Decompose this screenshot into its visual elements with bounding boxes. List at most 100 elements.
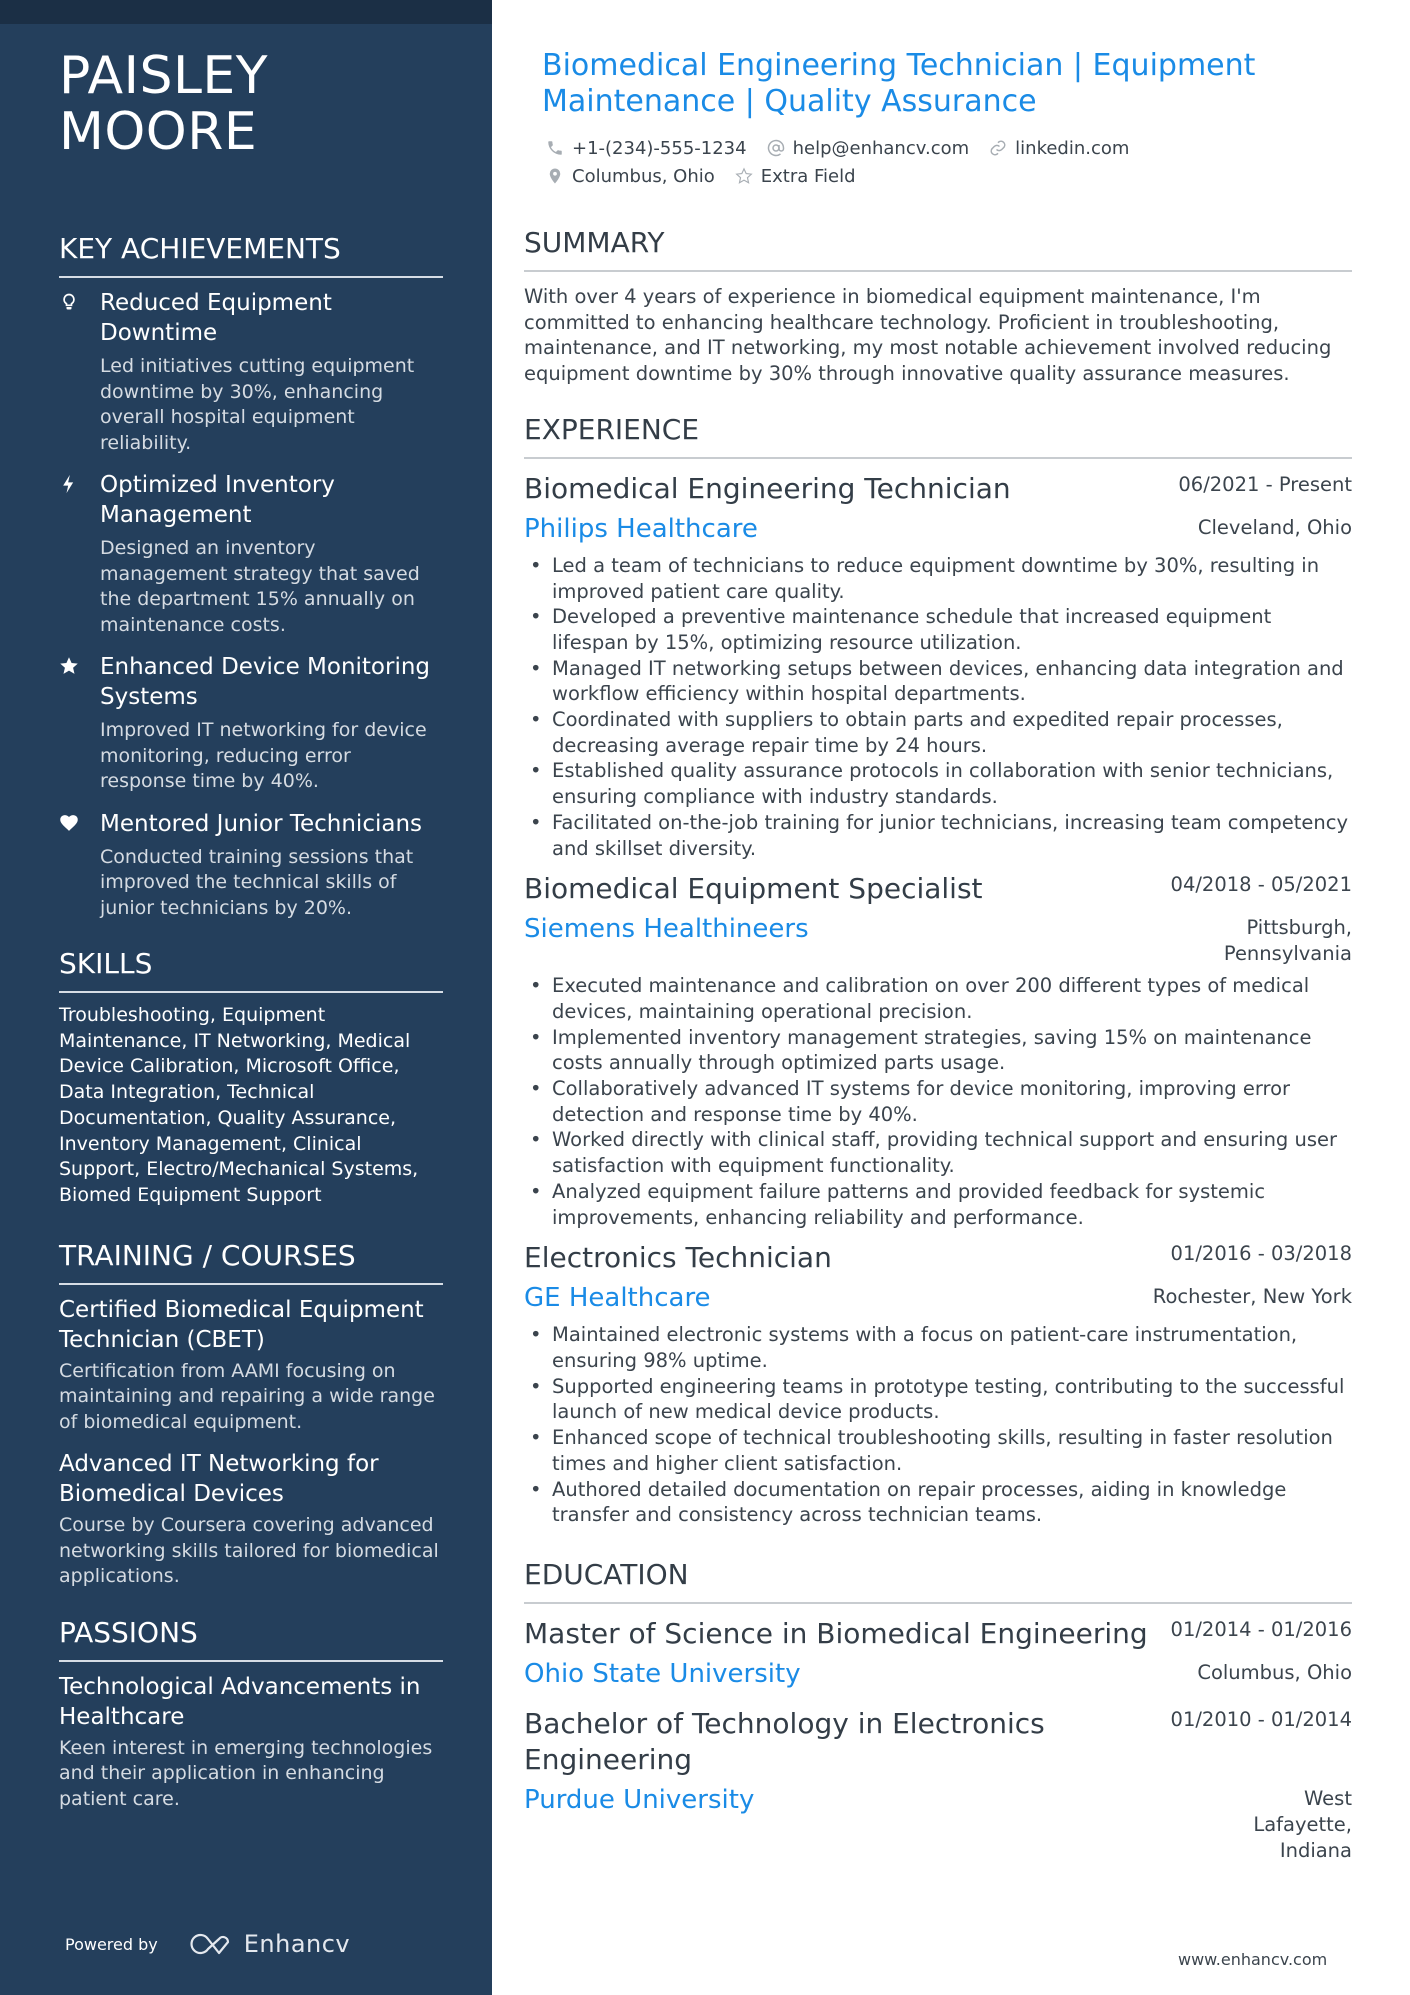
skills-list: Troubleshooting, Equipment Maintenance, …	[59, 1004, 419, 1206]
summary-heading: SUMMARY	[524, 226, 1352, 272]
degree-title: Bachelor of Technology in Electronics En…	[524, 1706, 1045, 1776]
at-icon	[767, 139, 784, 157]
extra-field: Extra Field	[760, 165, 856, 187]
course-item: Certified Biomedical Equipment Technicia…	[59, 1295, 443, 1436]
achievement-desc: Led initiatives cutting equipment downti…	[100, 355, 415, 454]
summary-section: SUMMARY With over 4 years of experience …	[524, 226, 1352, 387]
job-location: Cleveland, Ohio	[1197, 515, 1352, 539]
training-heading: TRAINING / COURSES	[59, 1239, 443, 1285]
achievement-title: Enhanced Device Monitoring Systems	[100, 654, 431, 710]
bullet-item: Implemented inventory management strateg…	[524, 1025, 1352, 1076]
bullet-item: Worked directly with clinical staff, pro…	[524, 1127, 1352, 1178]
name-last: MOORE	[59, 102, 258, 162]
course-desc: Course by Coursera covering advanced net…	[59, 1514, 439, 1588]
degree-title: Master of Science in Biomedical Engineer…	[524, 1616, 1148, 1650]
bullet-item: Authored detailed documentation on repai…	[524, 1477, 1352, 1528]
education-heading: EDUCATION	[524, 1558, 1352, 1604]
achievement-title: Optimized Inventory Management	[100, 472, 335, 528]
name-first: PAISLEY	[59, 46, 269, 106]
bullet-item: Enhanced scope of technical troubleshoot…	[524, 1425, 1352, 1476]
heart-icon	[59, 809, 100, 922]
job-dates: 06/2021 - Present	[1178, 472, 1352, 496]
school-name[interactable]: Ohio State University	[524, 1656, 801, 1692]
company-name[interactable]: Philips Healthcare	[524, 511, 758, 547]
contact-phone[interactable]: +1-(234)-555-1234	[546, 138, 747, 159]
phone-number: +1-(234)-555-1234	[572, 137, 747, 159]
linkedin-link: linkedin.com	[1015, 137, 1130, 159]
passions-heading: PASSIONS	[59, 1616, 443, 1662]
education-entry: Master of Science in Biomedical Engineer…	[524, 1616, 1352, 1692]
bullet-item: Led a team of technicians to reduce equi…	[524, 553, 1352, 604]
star-outline-icon	[735, 167, 753, 184]
education-entry: Bachelor of Technology in Electronics En…	[524, 1706, 1352, 1864]
school-location: West Lafayette, Indiana	[1253, 1786, 1352, 1862]
achievement-item: Reduced Equipment Downtime Led initiativ…	[59, 288, 443, 456]
job-bullets: Led a team of technicians to reduce equi…	[524, 553, 1352, 861]
achievement-desc: Designed an inventory management strateg…	[100, 537, 420, 636]
job-dates: 01/2016 - 03/2018	[1170, 1242, 1352, 1266]
education-dates: 01/2014 - 01/2016	[1170, 1617, 1352, 1641]
powered-by-label: Powered by	[65, 1934, 158, 1954]
achievement-desc: Conducted training sessions that improve…	[100, 845, 414, 919]
candidate-name: PAISLEY MOORE	[59, 48, 443, 160]
job-dates: 04/2018 - 05/2021	[1170, 873, 1352, 897]
sidebar-top-strip	[0, 0, 492, 24]
contact-location: Columbus, Ohio	[546, 166, 715, 187]
job-bullets: Maintained electronic systems with a foc…	[524, 1322, 1352, 1528]
job-title: Electronics Technician	[524, 1241, 832, 1275]
job-entry: Electronics Technician 01/2016 - 03/2018…	[524, 1240, 1352, 1528]
main-content: Biomedical Engineering Technician | Equi…	[524, 48, 1352, 1878]
enhancv-logo-icon	[190, 1933, 229, 1955]
phone-icon	[548, 141, 562, 155]
job-entry: Biomedical Equipment Specialist 04/2018 …	[524, 871, 1352, 1230]
course-title: Advanced IT Networking for Biomedical De…	[59, 1451, 379, 1508]
headline: Biomedical Engineering Technician | Equi…	[542, 48, 1256, 119]
footer-url[interactable]: www.enhancv.com	[1178, 1950, 1327, 1969]
contact-email[interactable]: help@enhancv.com	[767, 137, 970, 159]
achievement-item: Mentored Junior Technicians Conducted tr…	[59, 809, 443, 922]
location-pin-icon	[549, 168, 561, 184]
job-entry: Biomedical Engineering Technician 06/202…	[524, 471, 1352, 861]
bullet-item: Developed a preventive maintenance sched…	[524, 604, 1352, 655]
company-name[interactable]: Siemens Healthineers	[524, 911, 809, 947]
skills-section: SKILLS Troubleshooting, Equipment Mainte…	[59, 947, 443, 1209]
bullet-item: Supported engineering teams in prototype…	[524, 1374, 1352, 1425]
bullet-item: Collaboratively advanced IT systems for …	[524, 1076, 1352, 1127]
lightning-icon	[59, 470, 100, 638]
enhancv-brand[interactable]: Enhancv	[244, 1930, 350, 1958]
job-bullets: Executed maintenance and calibration on …	[524, 973, 1352, 1230]
school-location: Columbus, Ohio	[1197, 1660, 1352, 1684]
education-section: EDUCATION Master of Science in Biomedica…	[524, 1558, 1352, 1864]
summary-text: With over 4 years of experience in biome…	[524, 285, 1332, 386]
star-icon	[59, 652, 100, 795]
company-name[interactable]: GE Healthcare	[524, 1280, 711, 1316]
training-section: TRAINING / COURSES Certified Biomedical …	[59, 1239, 443, 1590]
achievements-section: KEY ACHIEVEMENTS Reduced Equipment Downt…	[59, 232, 443, 921]
passion-item: Technological Advancements in Healthcare…	[59, 1672, 443, 1813]
contact-linkedin[interactable]: linkedin.com	[989, 138, 1129, 159]
link-icon	[990, 140, 1006, 156]
contact-extra: Extra Field	[735, 166, 856, 187]
bullet-item: Facilitated on-the-job training for juni…	[524, 810, 1352, 861]
education-dates: 01/2010 - 01/2014	[1170, 1707, 1352, 1731]
sidebar: PAISLEY MOORE KEY ACHIEVEMENTS Reduced E…	[0, 0, 492, 1995]
course-title: Certified Biomedical Equipment Technicia…	[59, 1296, 424, 1353]
experience-heading: EXPERIENCE	[524, 413, 1352, 459]
skills-heading: SKILLS	[59, 947, 443, 993]
email-address: help@enhancv.com	[792, 137, 970, 159]
passion-title: Technological Advancements in Healthcare	[59, 1673, 421, 1730]
experience-section: EXPERIENCE Biomedical Engineering Techni…	[524, 413, 1352, 1528]
school-name[interactable]: Purdue University	[524, 1782, 754, 1818]
achievement-desc: Improved IT networking for device monito…	[100, 719, 427, 792]
bullet-item: Managed IT networking setups between dev…	[524, 656, 1352, 707]
achievement-title: Mentored Junior Technicians	[100, 810, 423, 837]
achievement-title: Reduced Equipment Downtime	[100, 290, 332, 346]
location-text: Columbus, Ohio	[572, 165, 715, 187]
course-desc: Certification from AAMI focusing on main…	[59, 1359, 435, 1433]
bullet-item: Established quality assurance protocols …	[524, 758, 1352, 809]
contact-info: +1-(234)-555-1234 help@enhancv.com linke…	[546, 134, 1352, 190]
job-title: Biomedical Engineering Technician	[524, 471, 1011, 505]
bullet-item: Executed maintenance and calibration on …	[524, 973, 1352, 1024]
bullet-item: Maintained electronic systems with a foc…	[524, 1322, 1352, 1373]
achievement-item: Enhanced Device Monitoring Systems Impro…	[59, 652, 443, 795]
